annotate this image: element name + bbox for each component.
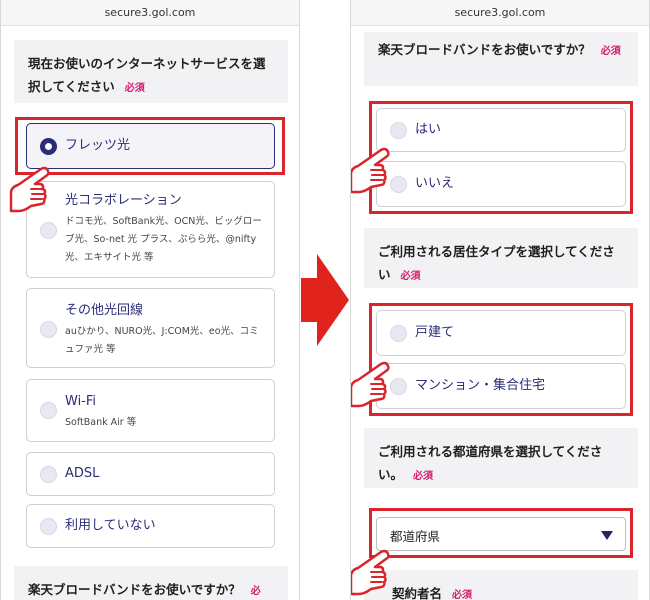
option-description: ドコモ光、SoftBank光、OCN光、ビッグローブ光、So-net 光 プラス…	[65, 216, 262, 263]
radio-unselected[interactable]	[40, 402, 57, 419]
required-badge: 必須	[413, 471, 434, 482]
url-bar[interactable]: secure3.gol.com	[351, 0, 649, 26]
pointing-hand-icon	[351, 147, 390, 194]
option-label: Wi-Fi	[65, 394, 97, 409]
question-rakuten: 楽天ブロードバンドをお使いですか？ 必須	[364, 32, 638, 86]
option-other-fiber[interactable]: その他光回線 auひかり、NURO光、J:COM光、eo光、コミュファ光 等	[26, 288, 275, 368]
url-bar[interactable]: secure3.gol.com	[1, 0, 299, 26]
highlight-box	[369, 101, 633, 214]
radio-unselected[interactable]	[40, 466, 57, 483]
required-badge: 必須	[452, 590, 473, 600]
pointing-hand-icon	[9, 166, 50, 213]
pointing-hand-icon	[351, 549, 390, 596]
required-badge: 必	[250, 586, 261, 597]
required-badge: 必須	[600, 46, 621, 57]
question-title: 楽天ブロードバンドをお使いですか？	[28, 582, 241, 597]
option-label: ADSL	[65, 466, 100, 481]
option-description: auひかり、NURO光、J:COM光、eo光、コミュファ光 等	[65, 326, 259, 355]
arrow-right-icon	[301, 254, 349, 346]
option-label: 光コラボレーション	[65, 193, 182, 208]
radio-unselected[interactable]	[40, 222, 57, 239]
question-service-type: 現在お使いのインターネットサービスを選択してください 必須	[14, 40, 288, 103]
question-title: 楽天ブロードバンドをお使いですか？	[378, 42, 591, 57]
left-phone-screen: secure3.gol.com 現在お使いのインターネットサービスを選択してくだ…	[0, 0, 300, 600]
question-title: 契約者名	[392, 586, 443, 600]
option-adsl[interactable]: ADSL	[26, 452, 275, 496]
option-not-using[interactable]: 利用していない	[26, 504, 275, 548]
pointing-hand-icon	[351, 361, 390, 408]
highlight-box	[369, 303, 633, 416]
option-label: その他光回線	[65, 303, 144, 318]
required-badge: 必須	[400, 271, 421, 282]
question-rakuten-preview: 楽天ブロードバンドをお使いですか？ 必	[14, 566, 288, 600]
option-wifi[interactable]: Wi-Fi SoftBank Air 等	[26, 379, 275, 442]
question-title: ご利用される都道府県を選択してください。	[378, 444, 603, 482]
option-hikari-collaboration[interactable]: 光コラボレーション ドコモ光、SoftBank光、OCN光、ビッグローブ光、So…	[26, 181, 275, 278]
question-prefecture: ご利用される都道府県を選択してください。 必須	[364, 428, 638, 488]
required-badge: 必須	[124, 83, 145, 94]
radio-unselected[interactable]	[40, 321, 57, 338]
question-title: 現在お使いのインターネットサービスを選択してください	[28, 56, 266, 94]
highlight-box	[369, 508, 633, 558]
question-contract-name: 契約者名 必須	[364, 570, 638, 600]
radio-unselected[interactable]	[40, 518, 57, 535]
right-phone-screen: secure3.gol.com 楽天ブロードバンドをお使いですか？ 必須 はい い…	[350, 0, 650, 600]
option-label: 利用していない	[65, 518, 156, 533]
question-residence-type: ご利用される居住タイプを選択してください 必須	[364, 228, 638, 288]
option-description: SoftBank Air 等	[65, 417, 137, 428]
